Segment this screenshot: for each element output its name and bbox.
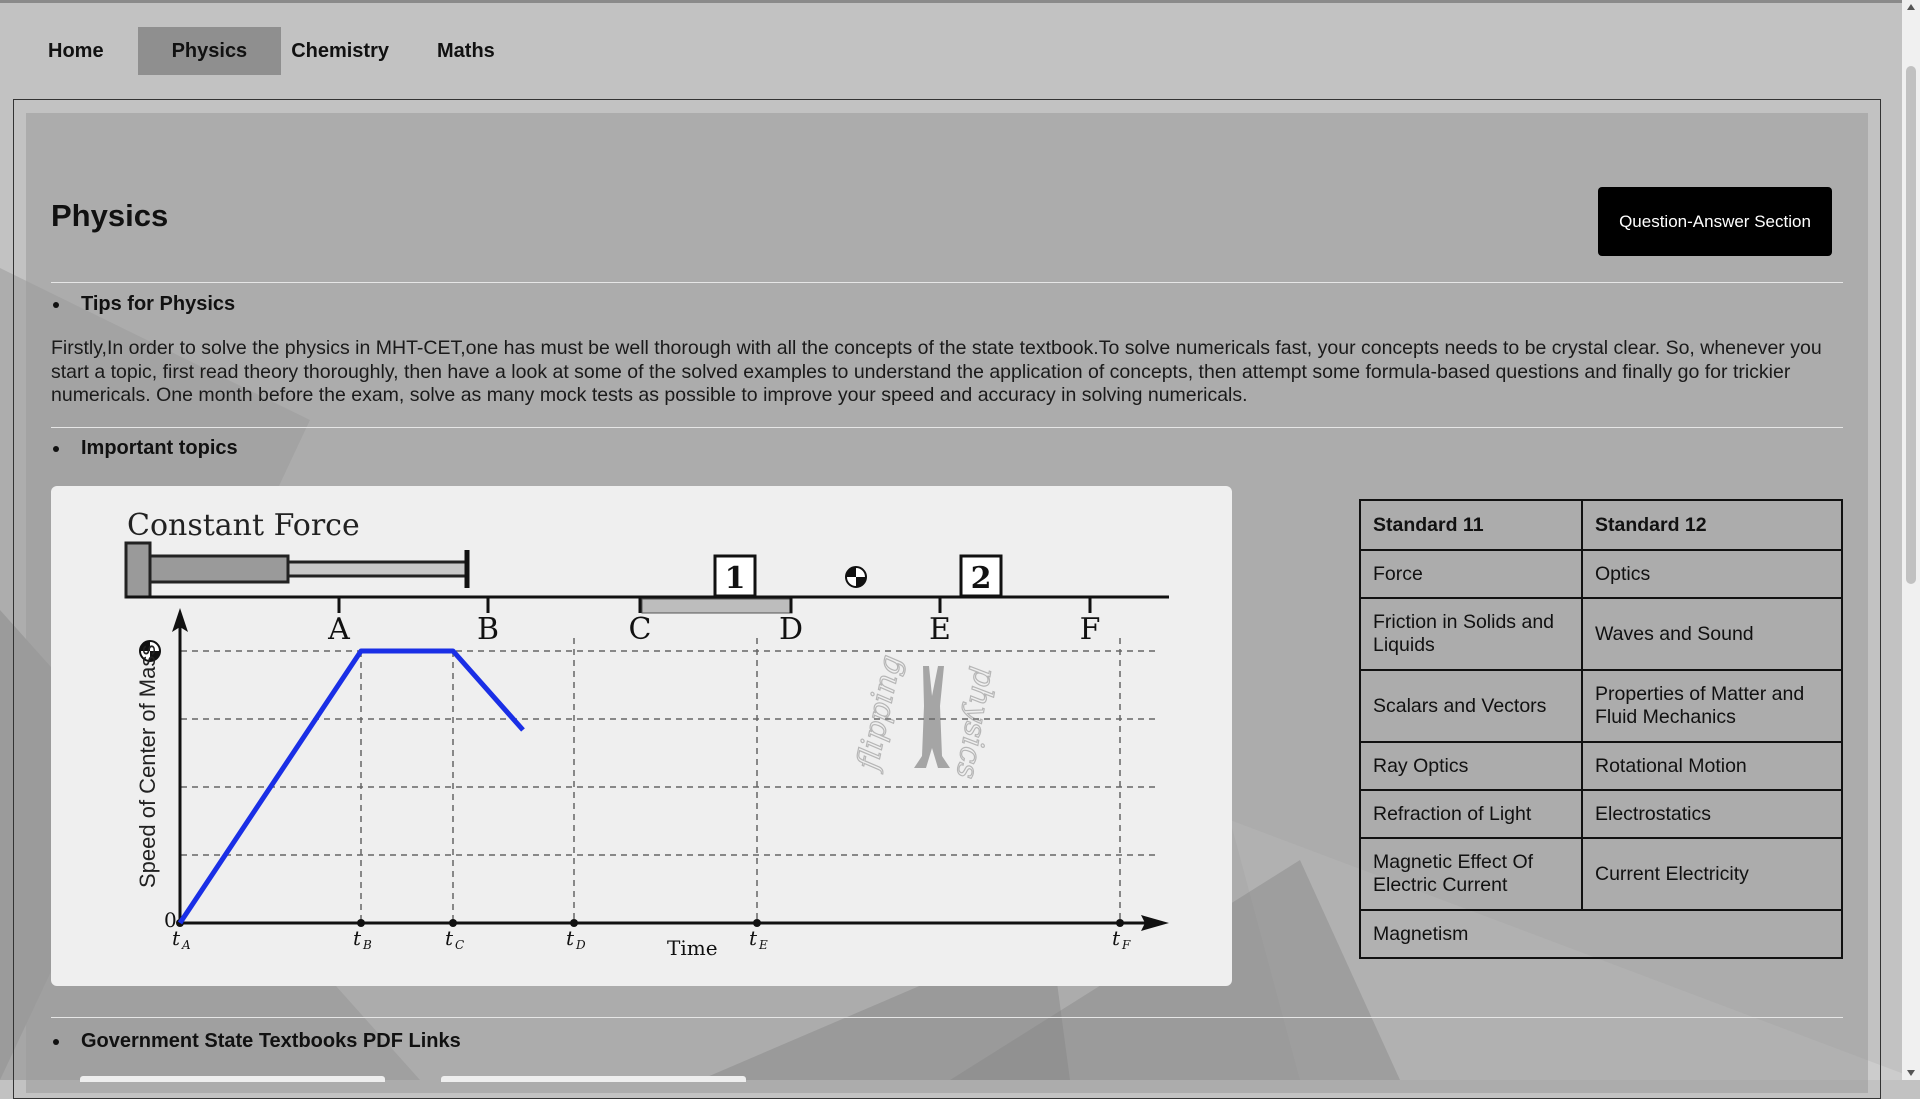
- watermark-left: flipping: [850, 652, 909, 775]
- textbook-link-button[interactable]: [80, 1076, 385, 1082]
- bullet-icon: [53, 1038, 59, 1045]
- textbook-link-button[interactable]: [441, 1076, 746, 1082]
- table-row: Magnetic Effect Of Electric Current Curr…: [1359, 837, 1843, 911]
- divider: [51, 427, 1843, 428]
- watermark-right: physics: [949, 665, 1003, 782]
- physics-content: Physics Question-Answer Section Tips for…: [0, 0, 1920, 1082]
- scroll-up-icon[interactable]: [1907, 4, 1915, 10]
- header-standard-11: Standard 11: [1359, 499, 1583, 551]
- scrollbar-thumb[interactable]: [1906, 66, 1916, 584]
- bullet-icon: [53, 301, 59, 308]
- vertical-scrollbar[interactable]: [1902, 0, 1920, 1080]
- table-cell: Magnetic Effect Of Electric Current: [1359, 837, 1583, 911]
- t-label-b: t: [353, 926, 362, 950]
- header-standard-12: Standard 12: [1581, 499, 1843, 551]
- table-cell: Properties of Matter and Fluid Mechanics: [1581, 669, 1843, 743]
- x-axis-arrow: [1141, 915, 1169, 931]
- t-sub-a: A: [181, 938, 191, 952]
- table-cell: Rotational Motion: [1581, 741, 1843, 791]
- t-sub-f: F: [1121, 938, 1131, 952]
- textbooks-heading-text: Government State Textbooks PDF Links: [81, 1030, 461, 1052]
- divider: [51, 282, 1843, 283]
- question-answer-button[interactable]: Question-Answer Section: [1598, 187, 1832, 256]
- t-sub-c: C: [455, 938, 464, 952]
- flipping-physics-watermark: flipping physics: [850, 651, 1004, 782]
- marker-f: F: [1080, 612, 1101, 647]
- t-label-c: t: [445, 926, 454, 950]
- marker-d: D: [779, 612, 803, 647]
- t-label-e: t: [749, 926, 758, 950]
- marker-a: A: [327, 612, 350, 647]
- piston-rod: [286, 560, 470, 578]
- table-row: Friction in Solids and Liquids Waves and…: [1359, 597, 1843, 671]
- table-cell: Waves and Sound: [1581, 597, 1843, 671]
- topics-heading-text: Important topics: [81, 437, 238, 459]
- table-row: Magnetism: [1359, 909, 1843, 959]
- friction-zone: [641, 598, 793, 614]
- table-cell: Magnetism: [1359, 909, 1843, 959]
- piston-block: [124, 541, 152, 599]
- x-axis-label: Time: [667, 936, 718, 960]
- t-label-a: t: [172, 926, 181, 950]
- bullet-icon: [53, 445, 59, 452]
- t-sub-b: B: [362, 938, 372, 952]
- diagram-svg: Constant Force 1 2 A B C D E F 0 Speed o…: [124, 508, 1169, 960]
- marker-c: C: [629, 612, 652, 647]
- divider: [51, 1017, 1843, 1018]
- table-cell: Current Electricity: [1581, 837, 1843, 911]
- table-cell: Electrostatics: [1581, 789, 1843, 839]
- table-row: Scalars and Vectors Properties of Matter…: [1359, 669, 1843, 743]
- t-label-f: t: [1112, 926, 1121, 950]
- diagram-title: Constant Force: [127, 508, 360, 543]
- table-cell: Optics: [1581, 549, 1843, 599]
- table-row: Refraction of Light Electrostatics: [1359, 789, 1843, 839]
- tips-paragraph: Firstly,In order to solve the physics in…: [51, 337, 1822, 406]
- top-border: [0, 0, 1902, 3]
- table-cell: Ray Optics: [1359, 741, 1583, 791]
- table-row: Force Optics: [1359, 549, 1843, 599]
- table-cell: Force: [1359, 549, 1583, 599]
- t-label-d: t: [566, 926, 575, 950]
- marker-e: E: [929, 612, 951, 647]
- marker-b: B: [477, 612, 499, 647]
- box-1-label: 1: [725, 561, 746, 596]
- t-sub-e: E: [758, 938, 768, 952]
- table-cell: Scalars and Vectors: [1359, 669, 1583, 743]
- tips-heading-text: Tips for Physics: [81, 293, 236, 315]
- graph-grid: [181, 638, 1156, 923]
- piston-body: [148, 554, 290, 584]
- table-cell: Refraction of Light: [1359, 789, 1583, 839]
- constant-force-diagram: Constant Force 1 2 A B C D E F 0 Speed o…: [51, 486, 1232, 986]
- table-row: Ray Optics Rotational Motion: [1359, 741, 1843, 791]
- tips-heading: Tips for Physics: [51, 293, 235, 316]
- textbooks-heading: Government State Textbooks PDF Links: [51, 1030, 461, 1053]
- topics-table: Standard 11 Standard 12 Force Optics Fri…: [1359, 499, 1843, 959]
- person-silhouette-icon: [914, 666, 950, 768]
- topics-heading: Important topics: [51, 437, 238, 460]
- table-cell: Friction in Solids and Liquids: [1359, 597, 1583, 671]
- t-sub-d: D: [575, 938, 586, 952]
- y-axis-label: Speed of Center of Mass: [135, 645, 160, 888]
- page-title: Physics: [51, 198, 169, 233]
- box-2-label: 2: [971, 561, 992, 596]
- scroll-down-icon[interactable]: [1907, 1070, 1915, 1076]
